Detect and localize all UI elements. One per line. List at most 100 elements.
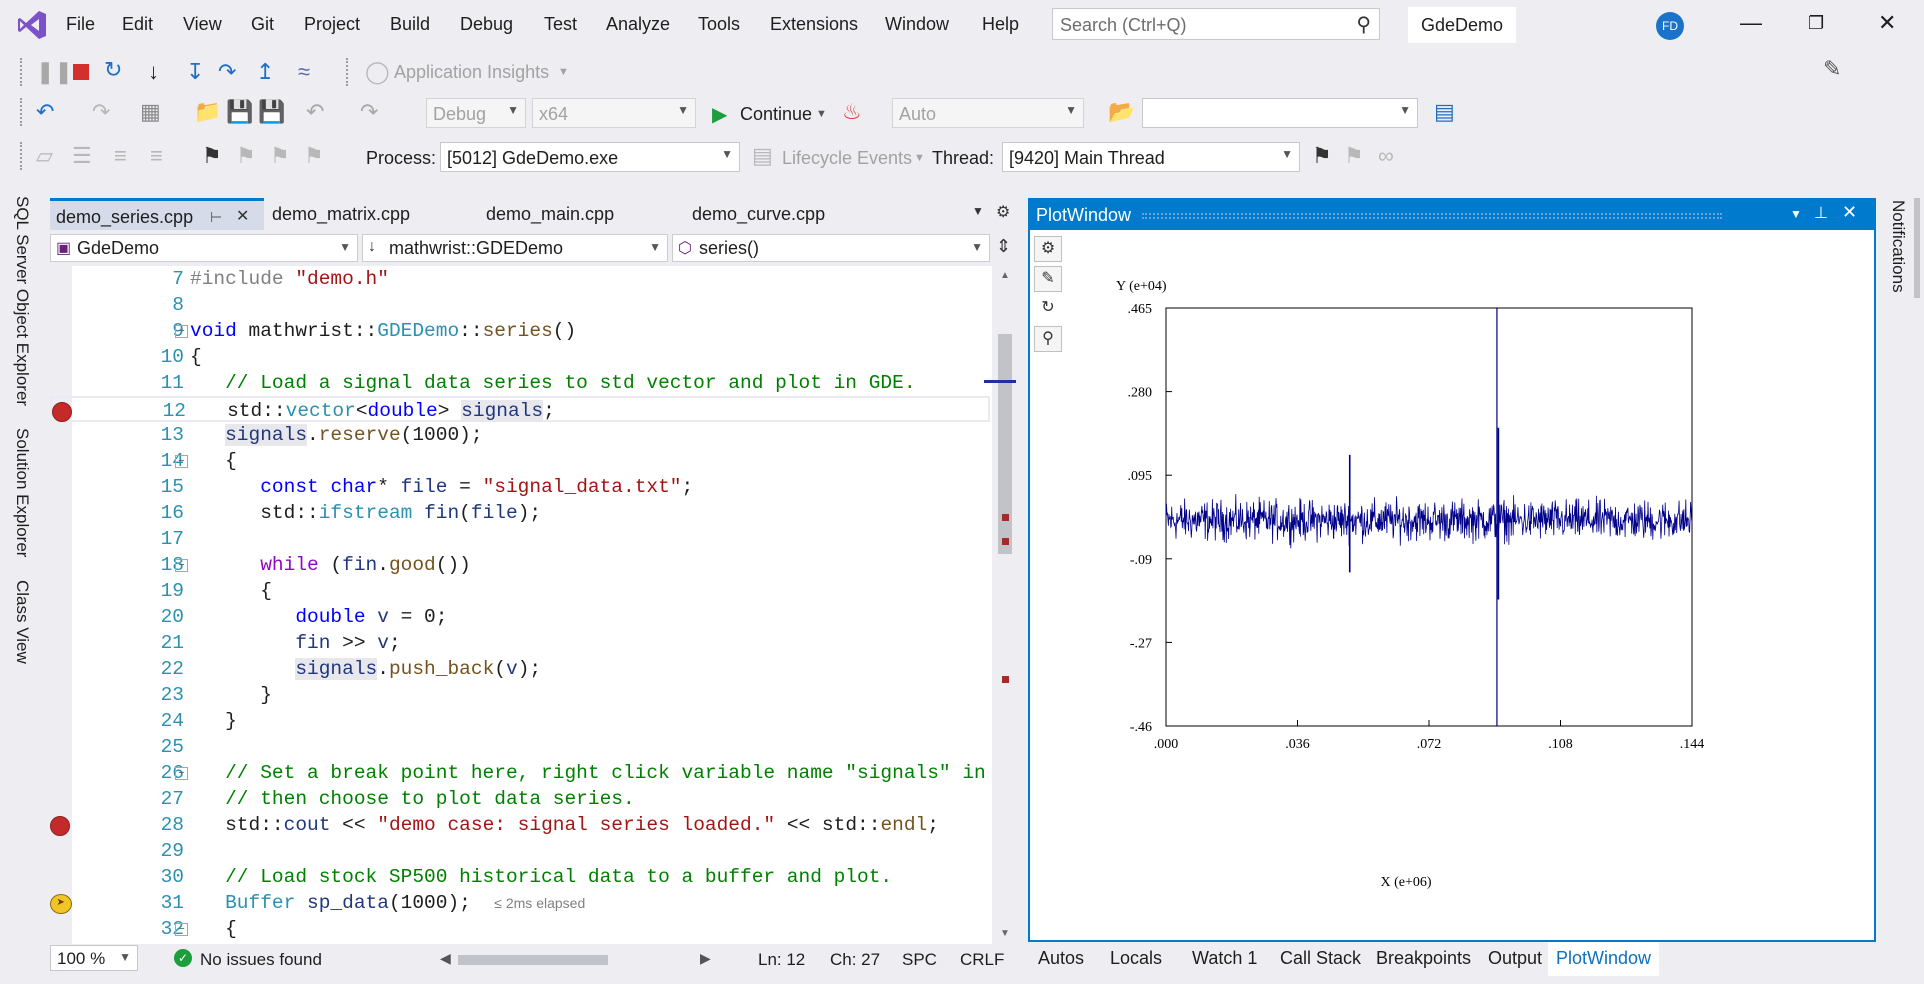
navigate-back-icon[interactable]: ↶ xyxy=(36,100,54,124)
avatar[interactable]: FD xyxy=(1656,12,1684,40)
menu-tools[interactable]: Tools xyxy=(698,14,740,35)
plot-window-title-bar[interactable]: PlotWindow ▼ ⊥ ✕ xyxy=(1030,200,1874,230)
tab-breakpoints[interactable]: Breakpoints xyxy=(1376,948,1471,969)
toolbar-grip-2[interactable] xyxy=(346,58,350,86)
plot-refresh-icon[interactable]: ↻ xyxy=(1034,296,1062,322)
solution-explorer-tab[interactable]: Solution Explorer xyxy=(12,428,32,557)
pin-icon[interactable]: ⊢ xyxy=(210,201,222,233)
continue-dropdown-icon[interactable]: ▼ xyxy=(816,108,827,120)
tab-demo-curve[interactable]: demo_curve.cpp xyxy=(686,198,831,230)
type-scope-select[interactable]: ↓ mathwrist::GDEDemo ▼ xyxy=(362,234,668,262)
step-over-icon[interactable]: ↷ xyxy=(218,60,236,84)
close-tab-icon[interactable]: ✕ xyxy=(236,201,249,233)
menu-build[interactable]: Build xyxy=(390,14,430,35)
pin-window-icon[interactable]: ⊥ xyxy=(1814,203,1828,223)
format-icon[interactable]: ☰ xyxy=(72,144,92,168)
continue-button[interactable]: Continue xyxy=(740,104,812,125)
plot-zoom-icon[interactable]: ⚲ xyxy=(1034,326,1062,352)
right-scroll-thumb[interactable] xyxy=(1914,198,1920,298)
plot-clipboard-icon[interactable]: ✎ xyxy=(1034,266,1062,292)
next-bookmark-icon[interactable]: ⚑ xyxy=(270,144,290,168)
split-editor-icon[interactable]: ⇕ xyxy=(996,236,1011,257)
tab-watch-1[interactable]: Watch 1 xyxy=(1192,948,1257,969)
restore-button[interactable]: ❐ xyxy=(1808,13,1824,34)
hscroll-right-icon[interactable]: ▶ xyxy=(700,950,711,967)
lifecycle-dropdown-icon[interactable]: ▼ xyxy=(914,152,925,164)
tab-demo-series[interactable]: demo_series.cpp ⊢ ✕ xyxy=(50,198,264,230)
tab-list-dropdown-icon[interactable]: ▼ xyxy=(972,204,984,218)
flag-threads-icon[interactable]: ⚑ xyxy=(1344,144,1364,168)
editor-vertical-scrollbar[interactable]: ▲ ▼ xyxy=(984,266,1016,944)
tab-autos[interactable]: Autos xyxy=(1038,948,1084,969)
hscroll-left-icon[interactable]: ◀ xyxy=(440,950,451,967)
new-item-icon[interactable]: ▦ xyxy=(140,100,161,124)
menu-analyze[interactable]: Analyze xyxy=(606,14,670,35)
tab-demo-matrix[interactable]: demo_matrix.cpp xyxy=(266,198,416,230)
redo-icon[interactable]: ↷ xyxy=(360,100,378,124)
settings-gear-icon[interactable]: ⚙ xyxy=(996,202,1010,222)
debug-target-select[interactable]: Auto ▼ xyxy=(892,98,1084,128)
menu-view[interactable]: View xyxy=(183,14,222,35)
application-insights-button[interactable]: Application Insights xyxy=(394,62,549,83)
tab-locals[interactable]: Locals xyxy=(1110,948,1162,969)
project-scope-select[interactable]: ▣ GdeDemo ▼ xyxy=(50,234,358,262)
horizontal-scrollbar-thumb[interactable] xyxy=(458,955,608,965)
close-window-button[interactable]: ✕ xyxy=(1878,10,1896,36)
continue-icon[interactable]: ▶ xyxy=(712,102,727,127)
uncomment-icon[interactable]: ≡ xyxy=(150,144,163,168)
configuration-select[interactable]: Debug ▼ xyxy=(426,98,526,128)
zoom-select[interactable]: 100 % ▼ xyxy=(50,945,138,971)
open-file-icon[interactable]: 📁 xyxy=(194,100,221,124)
thread-select[interactable]: [9420] Main Thread ▼ xyxy=(1002,142,1300,172)
tab-demo-main[interactable]: demo_main.cpp xyxy=(480,198,620,230)
toolbar-grip[interactable] xyxy=(20,58,24,86)
breakpoint-icon[interactable] xyxy=(52,402,72,422)
menu-extensions[interactable]: Extensions xyxy=(770,14,858,35)
step-out-icon[interactable]: ↥ xyxy=(256,60,274,84)
tab-plot-window[interactable]: PlotWindow xyxy=(1548,942,1660,976)
tab-output[interactable]: Output xyxy=(1488,948,1542,969)
restart-icon[interactable]: ↻ xyxy=(104,58,122,82)
line-ending-status[interactable]: CRLF xyxy=(960,950,1004,970)
toolbar-grip-4[interactable] xyxy=(20,142,24,170)
column-status[interactable]: Ch: 27 xyxy=(830,950,880,970)
menu-debug[interactable]: Debug xyxy=(460,14,513,35)
search-input[interactable]: Search (Ctrl+Q) ⚲ xyxy=(1052,8,1380,40)
scroll-down-icon[interactable]: ▼ xyxy=(1000,928,1010,939)
toolbar-grip-3[interactable] xyxy=(20,98,24,126)
breakpoint-icon[interactable] xyxy=(50,816,70,836)
stop-debugging-button[interactable] xyxy=(73,64,89,80)
signal-series-chart[interactable]: Y (e+04) X (e+06) .000 .036 .072 .108 .144 .4… xyxy=(1066,234,1866,934)
menu-test[interactable]: Test xyxy=(544,14,577,35)
toggle-bookmark-icon[interactable]: ▱ xyxy=(36,144,53,168)
sql-server-object-explorer-tab[interactable]: SQL Server Object Explorer xyxy=(12,196,32,406)
code-editor[interactable]: 7 #include "demo.h" 8 9− void mathwrist::G… xyxy=(50,266,992,944)
whitespace-status[interactable]: SPC xyxy=(902,950,937,970)
process-select[interactable]: [5012] GdeDemo.exe ▼ xyxy=(440,142,740,172)
step-into-icon[interactable]: ↧ xyxy=(186,60,204,84)
member-select[interactable]: ⬡ series() ▼ xyxy=(672,234,990,262)
pause-icon[interactable]: ❚❚ xyxy=(36,60,73,84)
tab-call-stack[interactable]: Call Stack xyxy=(1280,948,1361,969)
menu-file[interactable]: File xyxy=(66,14,95,35)
hot-reload-icon[interactable]: ≈ xyxy=(298,60,310,84)
lifecycle-events-button[interactable]: Lifecycle Events xyxy=(782,148,912,169)
minimize-button[interactable]: — xyxy=(1740,10,1762,36)
find-combo[interactable]: ▼ xyxy=(1142,98,1418,128)
menu-edit[interactable]: Edit xyxy=(122,14,153,35)
notifications-tab[interactable]: Notifications xyxy=(1888,200,1908,293)
issues-status[interactable]: No issues found xyxy=(200,950,322,970)
navigate-forward-icon[interactable]: ↷ xyxy=(92,100,110,124)
chevron-down-icon[interactable]: ▼ xyxy=(558,66,569,78)
line-number-status[interactable]: Ln: 12 xyxy=(758,950,805,970)
show-threads-icon[interactable]: ∞ xyxy=(1378,144,1394,168)
save-all-icon[interactable]: 💾 xyxy=(258,100,285,124)
prev-bookmark-icon[interactable]: ⚑ xyxy=(236,144,256,168)
menu-project[interactable]: Project xyxy=(304,14,360,35)
class-view-tab[interactable]: Class View xyxy=(12,580,32,664)
platform-select[interactable]: x64 ▼ xyxy=(532,98,696,128)
plot-settings-icon[interactable]: ⚙ xyxy=(1034,236,1062,262)
window-position-dropdown-icon[interactable]: ▼ xyxy=(1790,207,1802,221)
scroll-up-icon[interactable]: ▲ xyxy=(1000,270,1010,281)
clear-bookmarks-icon[interactable]: ⚑ xyxy=(304,144,324,168)
